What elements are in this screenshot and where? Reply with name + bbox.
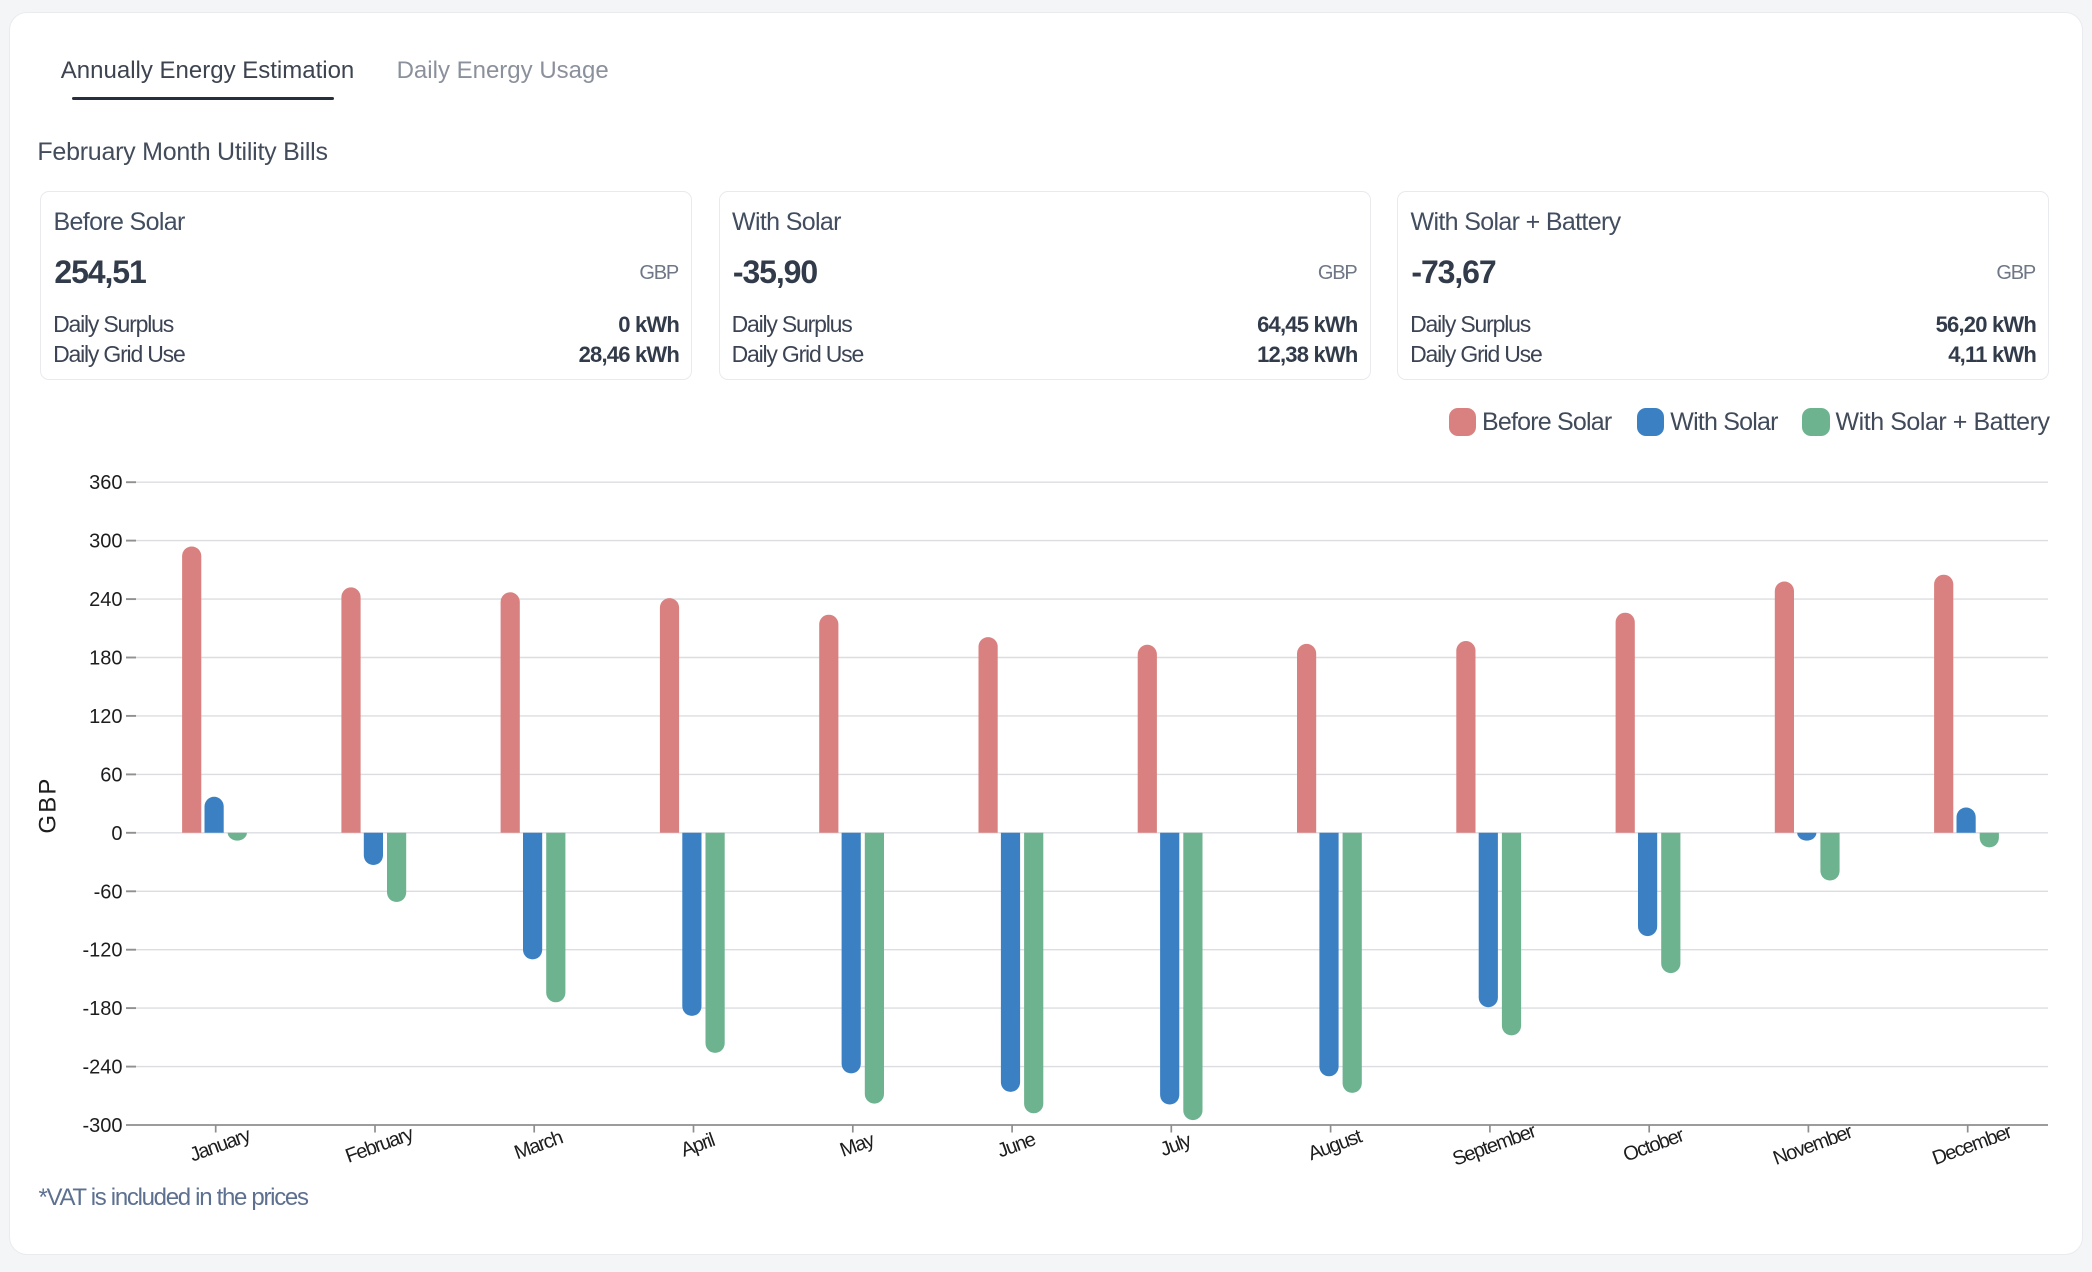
svg-text:August: August xyxy=(1305,1125,1365,1165)
svg-text:April: April xyxy=(678,1129,718,1161)
svg-text:GBP: GBP xyxy=(35,776,62,833)
svg-text:60: 60 xyxy=(100,764,122,786)
svg-text:January: January xyxy=(187,1124,254,1166)
svg-text:0: 0 xyxy=(111,823,122,845)
svg-text:-180: -180 xyxy=(82,998,122,1020)
svg-text:120: 120 xyxy=(89,706,122,728)
svg-text:October: October xyxy=(1620,1124,1687,1166)
svg-text:December: December xyxy=(1929,1121,2015,1170)
svg-text:180: 180 xyxy=(89,648,122,670)
svg-text:-300: -300 xyxy=(82,1115,122,1137)
svg-text:February: February xyxy=(343,1123,417,1168)
svg-text:September: September xyxy=(1450,1120,1540,1171)
svg-text:300: 300 xyxy=(89,531,122,553)
svg-text:November: November xyxy=(1770,1121,1856,1170)
svg-text:-120: -120 xyxy=(82,940,122,962)
svg-text:July: July xyxy=(1157,1130,1194,1162)
svg-text:240: 240 xyxy=(89,589,122,611)
svg-text:March: March xyxy=(511,1127,565,1165)
svg-text:-60: -60 xyxy=(94,881,123,903)
svg-text:-240: -240 xyxy=(82,1057,122,1079)
svg-text:May: May xyxy=(837,1129,878,1162)
svg-text:June: June xyxy=(994,1128,1038,1162)
svg-text:360: 360 xyxy=(89,472,122,494)
